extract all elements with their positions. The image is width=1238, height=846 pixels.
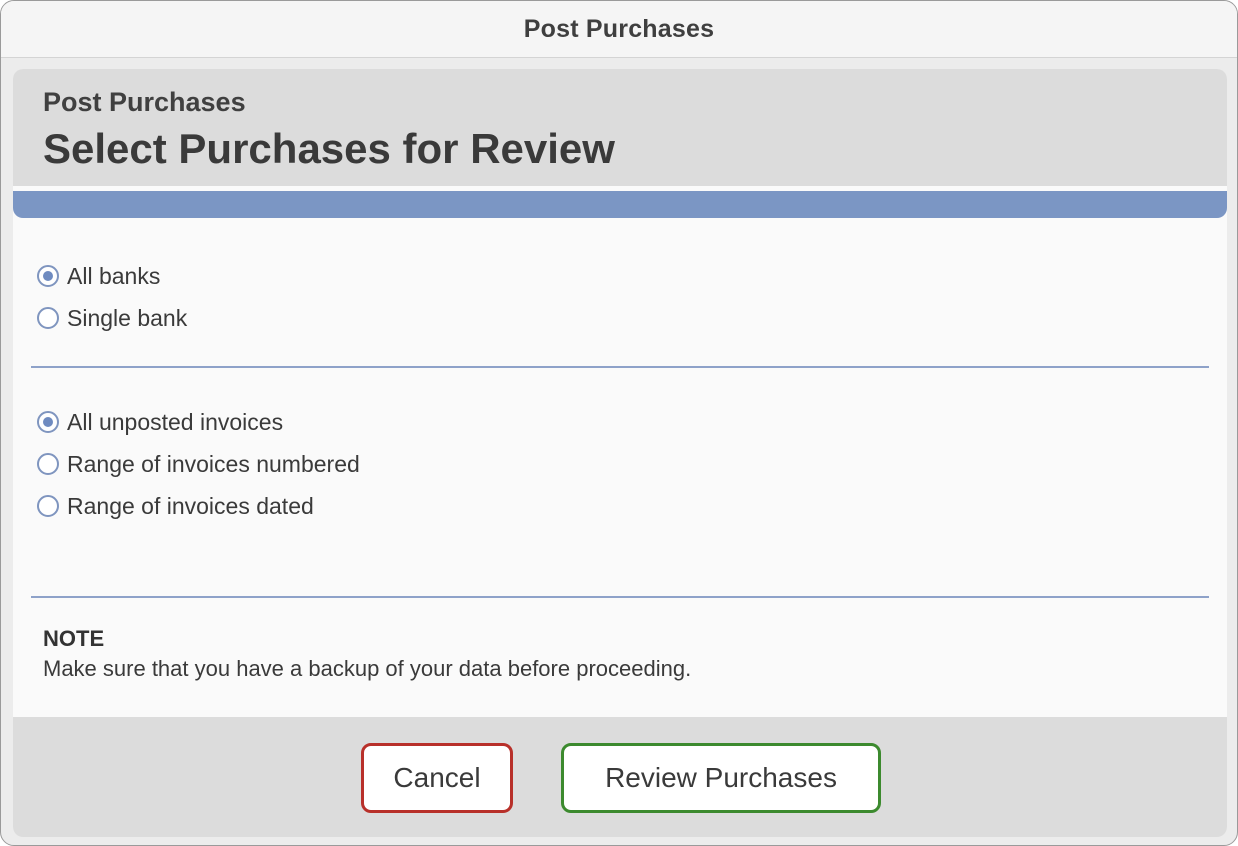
radio-option-range-invoices-dated[interactable]: Range of invoices dated — [37, 485, 360, 527]
note-title: NOTE — [43, 626, 105, 651]
window-title: Post Purchases — [523, 14, 715, 43]
bank-options-group: All banks Single bank — [37, 255, 187, 339]
note-text: Make sure that you have a backup of your… — [43, 656, 692, 681]
dialog-footer: Cancel Review Purchases — [13, 717, 1227, 837]
dialog-subtitle: Post Purchases — [43, 87, 246, 117]
radio-option-all-unposted-invoices[interactable]: All unposted invoices — [37, 401, 360, 443]
radio-button[interactable] — [37, 265, 59, 287]
dialog-heading: Select Purchases for Review — [43, 125, 615, 172]
radio-label: All banks — [67, 262, 161, 289]
radio-label: Range of invoices numbered — [67, 450, 360, 477]
window-titlebar: Post Purchases — [1, 1, 1237, 58]
section-divider — [31, 596, 1209, 598]
dialog-panel: Post Purchases Select Purchases for Revi… — [13, 69, 1227, 837]
section-divider — [31, 366, 1209, 368]
radio-option-all-banks[interactable]: All banks — [37, 255, 187, 297]
radio-button[interactable] — [37, 453, 59, 475]
radio-button[interactable] — [37, 495, 59, 517]
cancel-button[interactable]: Cancel — [361, 743, 513, 813]
invoice-options-group: All unposted invoices Range of invoices … — [37, 401, 360, 527]
accent-bar — [13, 191, 1227, 218]
radio-button[interactable] — [37, 307, 59, 329]
radio-label: All unposted invoices — [67, 408, 284, 435]
radio-option-range-invoices-numbered[interactable]: Range of invoices numbered — [37, 443, 360, 485]
dialog-header: Post Purchases Select Purchases for Revi… — [13, 69, 1227, 186]
radio-label: Range of invoices dated — [67, 492, 314, 519]
post-purchases-window: Post Purchases Post Purchases Select Pur… — [0, 0, 1238, 846]
radio-label: Single bank — [67, 304, 188, 331]
radio-option-single-bank[interactable]: Single bank — [37, 297, 187, 339]
review-purchases-button[interactable]: Review Purchases — [561, 743, 881, 813]
radio-button[interactable] — [37, 411, 59, 433]
